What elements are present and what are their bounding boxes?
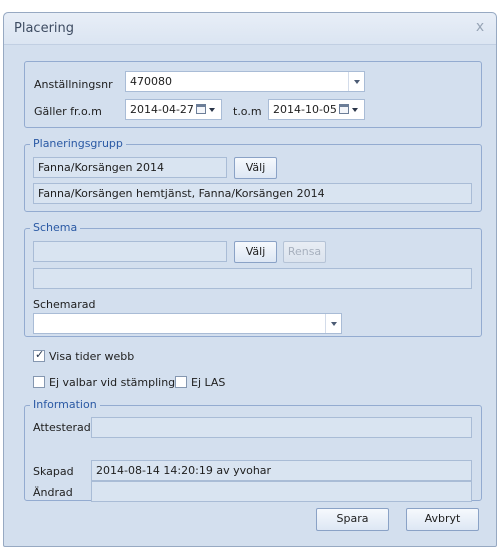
not-selectable-checkbox[interactable] — [33, 376, 45, 388]
information-section: Information Attesterad Skapad 2014-08-14… — [24, 398, 482, 502]
schedule-clear-button[interactable]: Rensa — [283, 241, 326, 263]
chevron-down-icon[interactable] — [209, 108, 215, 112]
created-field: 2014-08-14 14:20:19 av yvohar — [91, 460, 472, 481]
employment-number-value: 470080 — [130, 75, 172, 88]
schedule-section: Schema Välj Rensa Schemarad — [24, 221, 482, 337]
chevron-down-icon[interactable] — [325, 314, 341, 333]
calendar-icon[interactable] — [196, 104, 206, 114]
valid-from-value: 2014-04-27 — [130, 103, 194, 116]
dialog-title: Placering — [14, 21, 75, 36]
save-button[interactable]: Spara — [316, 508, 389, 531]
valid-to-value: 2014-10-05 — [273, 103, 337, 116]
close-icon[interactable]: x — [472, 19, 488, 35]
attested-label: Attesterad — [33, 421, 91, 434]
schemarad-combo[interactable] — [33, 313, 342, 334]
chevron-down-icon[interactable] — [352, 108, 358, 112]
valid-to-label: t.o.m — [233, 105, 262, 118]
no-las-label[interactable]: Ej LAS — [191, 376, 225, 390]
schedule-description-field — [33, 268, 472, 289]
valid-from-date-picker[interactable]: 2014-04-27 — [125, 99, 222, 120]
planning-group-name-value: Fanna/Korsängen 2014 — [38, 161, 165, 174]
planning-group-section: Planeringsgrupp Fanna/Korsängen 2014 Väl… — [24, 137, 482, 212]
no-las-checkbox[interactable] — [175, 376, 187, 388]
show-times-web-label[interactable]: Visa tider webb — [49, 350, 134, 364]
show-times-web-checkbox[interactable]: ✓ — [33, 348, 45, 362]
planning-group-name-field: Fanna/Korsängen 2014 — [33, 157, 227, 178]
schemarad-label: Schemarad — [33, 298, 96, 311]
created-value: 2014-08-14 14:20:19 av yvohar — [96, 464, 272, 477]
information-legend: Information — [30, 398, 100, 412]
not-selectable-label[interactable]: Ej valbar vid stämpling — [49, 376, 175, 390]
employment-number-combo[interactable]: 470080 — [125, 71, 365, 92]
created-label: Skapad — [33, 465, 74, 478]
placement-dialog: Placering x Anställningsnr 470080 Gäller… — [3, 12, 497, 547]
changed-field — [91, 481, 472, 502]
schedule-legend: Schema — [30, 221, 81, 235]
planning-group-description-field: Fanna/Korsängen hemtjänst, Fanna/Korsäng… — [33, 183, 472, 204]
schedule-name-field — [33, 241, 227, 262]
checkmark-icon: ✓ — [35, 348, 45, 361]
employment-number-label: Anställningsnr — [34, 78, 113, 91]
chevron-down-icon[interactable] — [348, 72, 364, 91]
employment-group: Anställningsnr 470080 Gäller fr.o.m 2014… — [24, 61, 482, 128]
valid-from-label: Gäller fr.o.m — [34, 105, 102, 118]
planning-group-choose-button[interactable]: Välj — [234, 157, 277, 179]
schedule-choose-button[interactable]: Välj — [234, 241, 277, 263]
planning-group-description-value: Fanna/Korsängen hemtjänst, Fanna/Korsäng… — [38, 187, 325, 200]
title-bar[interactable]: Placering x — [4, 13, 496, 45]
attested-field — [91, 417, 472, 438]
planning-group-legend: Planeringsgrupp — [30, 137, 126, 151]
calendar-icon[interactable] — [339, 104, 349, 114]
cancel-button[interactable]: Avbryt — [406, 508, 479, 531]
valid-to-date-picker[interactable]: 2014-10-05 — [268, 99, 365, 120]
changed-label: Ändrad — [33, 486, 73, 499]
